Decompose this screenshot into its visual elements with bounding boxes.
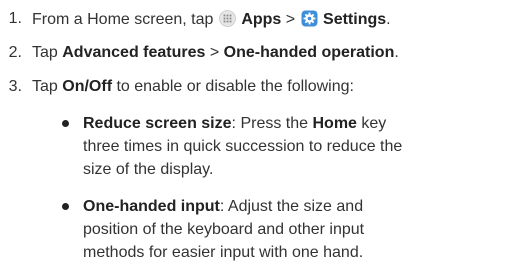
bullet-colon: : — [219, 198, 225, 215]
separator: > — [285, 11, 296, 28]
separator: > — [209, 44, 220, 61]
apps-label: Apps — [241, 11, 282, 28]
one-handed-operation-label: One-handed operation — [223, 44, 395, 61]
step-number: 3. — [8, 78, 22, 95]
step-text-post: . — [394, 44, 399, 61]
bullet-line: Reduce screen size: Press the Home key — [83, 112, 503, 135]
bullet-text: Reduce screen size: Press the Home key t… — [83, 112, 503, 181]
step-text: Tap Advanced features > One-handed opera… — [32, 44, 399, 62]
bullet-desc: Adjust the size and — [227, 198, 364, 215]
step-text-post: to enable or disable the following: — [116, 78, 354, 95]
step-text: From a Home screen, tap Apps > Settings. — [32, 10, 391, 29]
step-text-pre: Tap — [32, 78, 58, 95]
bullet-desc: key — [361, 115, 387, 132]
on-off-label: On/Off — [62, 78, 113, 95]
bullet-desc-pre: Press the — [240, 115, 309, 132]
settings-label: Settings — [323, 11, 387, 28]
apps-grid-icon — [218, 10, 236, 27]
bullet-line: three times in quick succession to reduc… — [83, 138, 403, 155]
step-text: Tap On/Off to enable or disable the foll… — [32, 78, 354, 96]
bullet-term: Reduce screen size — [83, 115, 232, 132]
step-number: 2. — [8, 44, 22, 61]
home-key-label: Home — [312, 115, 357, 132]
bullet-term: One-handed input — [83, 198, 220, 215]
bullet-line: position of the keyboard and other input — [83, 221, 365, 238]
bullet-text: One-handed input: Adjust the size and po… — [83, 195, 503, 264]
bullet-colon: : — [231, 115, 236, 132]
bullet-dot — [62, 203, 69, 210]
bullet-dot — [62, 120, 69, 127]
step-text-post: . — [386, 11, 391, 28]
settings-gear-icon — [301, 10, 318, 27]
bullet-line: One-handed input: Adjust the size and — [83, 195, 503, 218]
step-text-pre: From a Home screen, tap — [32, 11, 214, 28]
advanced-features-label: Advanced features — [62, 44, 206, 61]
bullet-line: methods for easier input with one hand. — [83, 244, 364, 261]
bullet-line: size of the display. — [83, 161, 214, 178]
step-text-pre: Tap — [32, 44, 58, 61]
step-number: 1. — [8, 10, 22, 27]
